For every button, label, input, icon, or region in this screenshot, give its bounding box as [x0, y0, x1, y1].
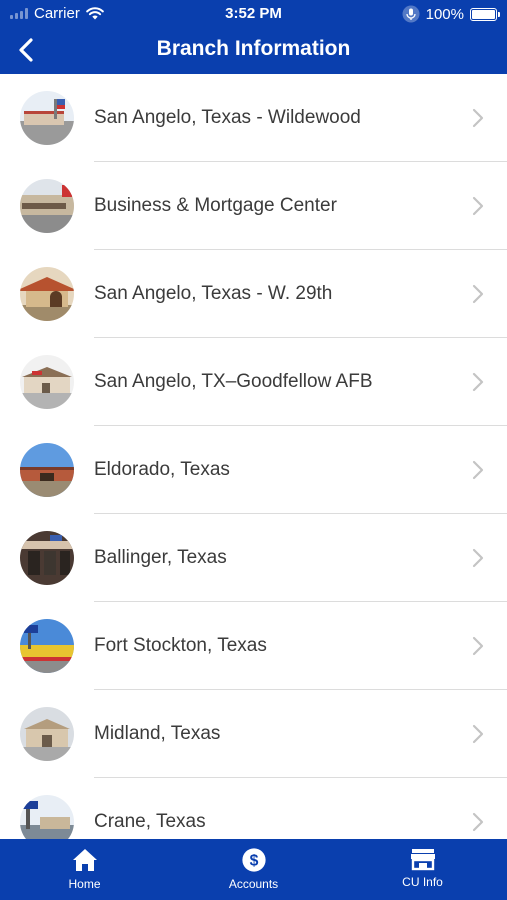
branch-label: San Angelo, TX–Goodfellow AFB [94, 371, 373, 392]
branch-photo-ballinger [20, 531, 74, 585]
branch-row-midland[interactable]: Midland, Texas [0, 690, 507, 778]
chevron-right-icon [472, 636, 484, 656]
battery-percent: 100% [425, 5, 464, 23]
branch-list: San Angelo, Texas - Wildewood Business &… [0, 74, 507, 866]
svg-text:$: $ [249, 853, 258, 870]
branch-label: Midland, Texas [94, 723, 221, 744]
status-right: 100% [402, 5, 500, 23]
tab-home-label: Home [68, 877, 101, 891]
branch-row-ballinger[interactable]: Ballinger, Texas [0, 514, 507, 602]
chevron-right-icon [472, 108, 484, 128]
chevron-right-icon [472, 548, 484, 568]
branch-photo-fort-stockton [20, 619, 74, 673]
branch-photo-wildewood [20, 91, 74, 145]
chevron-right-icon [472, 460, 484, 480]
branch-row-fort-stockton[interactable]: Fort Stockton, Texas [0, 602, 507, 690]
branch-row-business-mortgage[interactable]: Business & Mortgage Center [0, 162, 507, 250]
branch-row-wildewood[interactable]: San Angelo, Texas - Wildewood [0, 74, 507, 162]
home-icon [72, 849, 97, 871]
dollar-circle-icon: $ [241, 848, 266, 872]
chevron-right-icon [472, 196, 484, 216]
branch-row-w29th[interactable]: San Angelo, Texas - W. 29th [0, 250, 507, 338]
chevron-right-icon [472, 284, 484, 304]
tab-accounts-label: Accounts [228, 877, 279, 891]
tab-home[interactable]: Home [0, 839, 169, 900]
branch-photo-business-mortgage [20, 179, 74, 233]
status-bar: Carrier 3:52 PM 100% [0, 0, 507, 28]
building-icon [410, 849, 435, 871]
tab-cu-info-label: CU Info [402, 875, 443, 889]
branch-photo-w29th [20, 267, 74, 321]
branch-label: Eldorado, Texas [94, 459, 230, 480]
branch-label: San Angelo, Texas - Wildewood [94, 107, 361, 128]
page-title: Branch Information [156, 37, 351, 60]
branch-label: Fort Stockton, Texas [94, 635, 267, 656]
branch-photo-midland [20, 707, 74, 761]
branch-label: Ballinger, Texas [94, 547, 227, 568]
top-bar: Carrier 3:52 PM 100% Branch Information [0, 0, 507, 74]
battery-icon [470, 7, 500, 21]
tab-bar: Home $ Accounts CU Info [0, 839, 507, 900]
branch-row-goodfellow[interactable]: San Angelo, TX–Goodfellow AFB [0, 338, 507, 426]
tab-cu-info[interactable]: CU Info [338, 839, 507, 900]
branch-row-eldorado[interactable]: Eldorado, Texas [0, 426, 507, 514]
chevron-right-icon [472, 812, 484, 832]
microphone-icon [402, 5, 420, 23]
chevron-right-icon [472, 372, 484, 392]
branch-label: San Angelo, Texas - W. 29th [94, 283, 333, 304]
branch-photo-goodfellow [20, 355, 74, 409]
branch-label: Business & Mortgage Center [94, 195, 337, 216]
branch-label: Crane, Texas [94, 811, 206, 832]
branch-photo-eldorado [20, 443, 74, 497]
chevron-right-icon [472, 724, 484, 744]
tab-accounts[interactable]: $ Accounts [169, 839, 338, 900]
